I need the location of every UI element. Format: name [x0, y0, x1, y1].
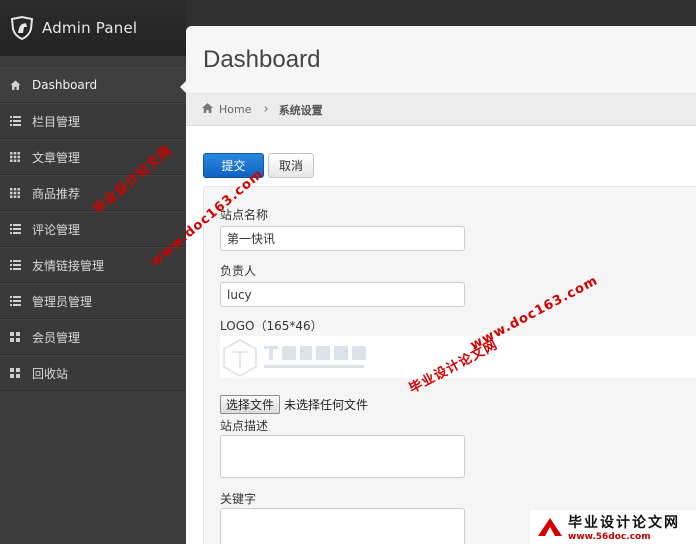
- list-icon: [9, 259, 21, 271]
- sidebar-item-label: 回收站: [32, 366, 69, 381]
- grid-icon: [9, 187, 21, 199]
- sidebar-item-label: 商品推荐: [32, 186, 81, 201]
- sidebar-item-label: 栏目管理: [32, 114, 81, 129]
- keywords-textarea[interactable]: [220, 508, 465, 544]
- site-logo-icon: [536, 514, 564, 540]
- list-icon: [9, 115, 21, 127]
- description-label: 站点描述: [220, 419, 269, 433]
- keywords-label: 关键字: [220, 492, 257, 506]
- page-title: Dashboard: [203, 45, 321, 73]
- horse-logo-icon: [9, 15, 35, 41]
- site-name-input[interactable]: [220, 226, 465, 251]
- breadcrumb-home-link[interactable]: Home: [219, 103, 251, 116]
- sidebar-item-admins[interactable]: 管理员管理: [0, 283, 186, 319]
- list-icon: [9, 295, 21, 307]
- brand-title: Admin Panel: [42, 19, 138, 37]
- sidebar-item-label: 会员管理: [32, 330, 81, 345]
- sidebar-item-label: Dashboard: [32, 78, 98, 92]
- grid-icon: [9, 151, 21, 163]
- sidebar-item-columns[interactable]: 栏目管理: [0, 103, 186, 139]
- home-icon: [9, 79, 21, 91]
- badge-site-cn: 毕业设计论文网: [568, 515, 680, 531]
- sidebar-item-label: 评论管理: [32, 222, 81, 237]
- brand[interactable]: Admin Panel: [0, 0, 186, 56]
- logo-file-picker: 选择文件 未选择任何文件: [220, 395, 368, 414]
- owner-label: 负责人: [220, 264, 257, 278]
- sidebar-menu: Dashboard 栏目管理 文章管理 商品推荐 评论管理 友情链接管理 管理员…: [0, 67, 186, 391]
- owner-input[interactable]: [220, 282, 465, 307]
- sidebar-item-label: 友情链接管理: [32, 258, 105, 273]
- sidebar-item-recycle-bin[interactable]: 回收站: [0, 355, 186, 391]
- badge-url: www.56doc.com: [568, 532, 651, 542]
- file-status-text: 未选择任何文件: [284, 398, 369, 412]
- breadcrumb: Home › 系统设置: [186, 94, 696, 126]
- watermark-badge: 毕业设计论文网 www.56doc.com: [530, 510, 696, 544]
- sidebar-item-dashboard[interactable]: Dashboard: [0, 67, 186, 103]
- logo-label: LOGO（165*46）: [220, 319, 323, 333]
- choose-file-button[interactable]: 选择文件: [220, 395, 281, 414]
- sidebar-item-members[interactable]: 会员管理: [0, 319, 186, 355]
- chevron-right-icon: ›: [263, 102, 269, 117]
- sidebar: Admin Panel Dashboard 栏目管理 文章管理 商品推荐 评论管…: [0, 0, 187, 544]
- page-header: Dashboard: [186, 26, 696, 94]
- breadcrumb-current: 系统设置: [278, 103, 323, 117]
- grid-large-icon: [9, 367, 21, 379]
- sidebar-item-label: 管理员管理: [32, 294, 93, 309]
- cancel-button[interactable]: 取消: [268, 153, 314, 178]
- grid-large-icon: [9, 331, 21, 343]
- list-icon: [9, 223, 21, 235]
- home-icon: [202, 103, 213, 116]
- description-textarea[interactable]: [220, 435, 465, 478]
- main-content: Dashboard Home › 系统设置 提交 取消 站点名称 负责人 LOG…: [186, 26, 696, 544]
- sidebar-item-comments[interactable]: 评论管理: [0, 211, 186, 247]
- sidebar-item-label: 文章管理: [32, 150, 81, 165]
